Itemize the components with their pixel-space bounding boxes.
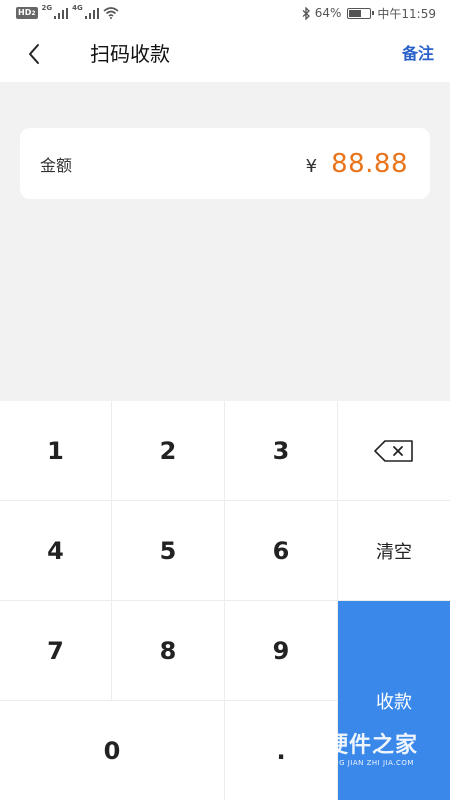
amount-card: 金额 ¥ 88.88 xyxy=(20,128,430,199)
backspace-icon xyxy=(374,439,413,462)
status-time: 中午11:59 xyxy=(377,6,436,21)
key-6-label: 6 xyxy=(272,536,290,565)
key-8-label: 8 xyxy=(159,636,177,665)
key-9-label: 9 xyxy=(272,636,290,665)
status-right: 64% 中午11:59 xyxy=(302,5,436,22)
status-left: HD2 2G 4G xyxy=(16,4,119,19)
battery-percent: 64% xyxy=(314,6,342,20)
note-button[interactable]: 备注 xyxy=(402,26,434,82)
currency-symbol: ¥ xyxy=(305,155,318,177)
amount-label: 金额 xyxy=(40,155,73,175)
signal-icon xyxy=(54,7,69,19)
clear-key[interactable]: 清空 xyxy=(338,501,450,601)
key-5-label: 5 xyxy=(159,536,177,565)
key-8[interactable]: 8 xyxy=(112,601,225,701)
pay-label: 收款 xyxy=(376,691,412,713)
hd-badge: HD2 xyxy=(16,7,38,19)
backspace-key[interactable] xyxy=(338,401,450,501)
network-2g-label: 2G xyxy=(41,4,53,12)
key-7-label: 7 xyxy=(47,636,64,665)
key-dot[interactable]: . xyxy=(225,701,338,800)
key-2[interactable]: 2 xyxy=(112,401,225,501)
page-title: 扫码收款 xyxy=(90,42,170,66)
chevron-left-icon xyxy=(29,44,39,64)
battery-level xyxy=(349,9,362,17)
key-1-label: 1 xyxy=(47,436,64,465)
numeric-keypad: 1 2 3 4 5 6 清空 7 8 9 收款 0 . xyxy=(0,401,450,800)
key-1[interactable]: 1 xyxy=(0,401,112,501)
wifi-icon xyxy=(103,7,119,19)
key-4[interactable]: 4 xyxy=(0,501,112,601)
key-dot-label: . xyxy=(276,736,286,765)
key-0[interactable]: 0 xyxy=(0,701,225,800)
status-bar: HD2 2G 4G 64% 中午11:59 xyxy=(0,0,450,26)
key-7[interactable]: 7 xyxy=(0,601,112,701)
amount-value: 88.88 xyxy=(331,148,408,179)
back-button[interactable] xyxy=(20,40,48,68)
clear-label: 清空 xyxy=(376,541,412,563)
key-4-label: 4 xyxy=(47,536,64,565)
key-6[interactable]: 6 xyxy=(225,501,338,601)
network-4g-label: 4G xyxy=(72,4,83,12)
header: 扫码收款 备注 xyxy=(0,26,450,82)
key-5[interactable]: 5 xyxy=(112,501,225,601)
key-0-label: 0 xyxy=(103,736,121,765)
key-3[interactable]: 3 xyxy=(225,401,338,501)
key-9[interactable]: 9 xyxy=(225,601,338,701)
key-3-label: 3 xyxy=(272,436,290,465)
bluetooth-icon xyxy=(302,6,310,20)
pay-button[interactable]: 收款 xyxy=(338,601,450,800)
signal-icon xyxy=(84,7,99,19)
key-2-label: 2 xyxy=(159,436,177,465)
amount-display: ¥ 88.88 xyxy=(306,149,408,179)
battery-icon xyxy=(347,7,375,19)
